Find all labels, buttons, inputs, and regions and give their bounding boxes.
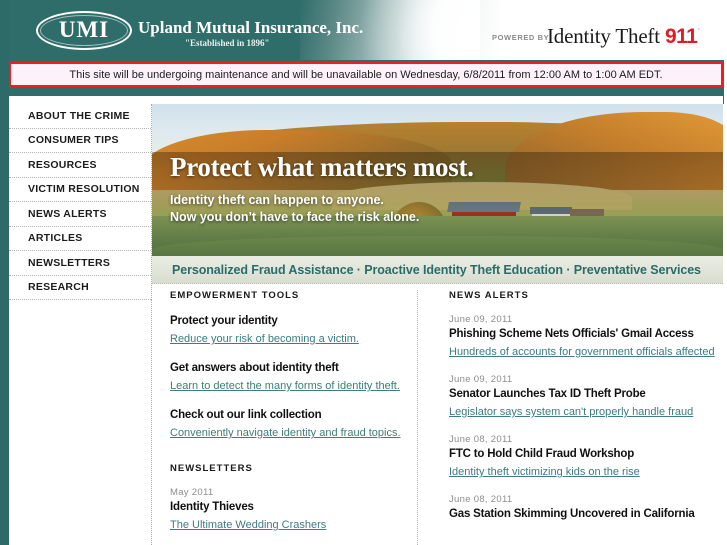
entry-heading: Check out our link collection: [170, 409, 322, 421]
entry-heading: Senator Launches Tax ID Theft Probe: [449, 388, 646, 400]
powered-by-label: POWERED BY: [492, 33, 550, 42]
identity-theft-911-logo[interactable]: Identity Theft 911˙: [547, 24, 700, 49]
page-root: UMI Upland Mutual Insurance, Inc. "Estab…: [0, 0, 727, 545]
entry-heading: Gas Station Skimming Uncovered in Califo…: [449, 508, 695, 520]
sidebar-background-tail: [9, 300, 152, 545]
entry-link[interactable]: Learn to detect the many forms of identi…: [170, 380, 400, 392]
content-top-spacer: [9, 96, 723, 104]
sidebar-item-label: ABOUT THE CRIME: [28, 109, 130, 122]
news-alert-entry: June 08, 2011 FTC to Hold Child Fraud Wo…: [449, 434, 723, 480]
sidebar-nav: ABOUT THE CRIME CONSUMER TIPS RESOURCES …: [9, 104, 152, 300]
entry-date: June 08, 2011: [449, 494, 513, 505]
hero-subtext-line-1: Identity theft can happen to anyone.: [170, 193, 384, 207]
entry-heading: Get answers about identity theft: [170, 362, 339, 374]
entry-date: May 2011: [170, 487, 214, 498]
empowerment-tools-title: EMPOWERMENT TOOLS: [170, 290, 300, 301]
sidebar-item-news-alerts[interactable]: NEWS ALERTS: [9, 202, 151, 227]
hero-headline: Protect what matters most.: [170, 152, 474, 182]
sidebar-item-about-the-crime[interactable]: ABOUT THE CRIME: [9, 104, 151, 129]
entry-link[interactable]: Conveniently navigate identity and fraud…: [170, 427, 401, 439]
entry-link[interactable]: Identity theft victimizing kids on the r…: [449, 466, 640, 478]
sidebar-item-articles[interactable]: ARTICLES: [9, 227, 151, 251]
entry-heading: FTC to Hold Child Fraud Workshop: [449, 448, 635, 460]
hero-subtext-line-2: Now you don’t have to face the risk alon…: [170, 210, 420, 224]
hero-subtext: Identity theft can happen to anyone. Now…: [170, 192, 419, 226]
news-alerts-title: NEWS ALERTS: [449, 290, 529, 301]
hero-banner: Protect what matters most. Identity thef…: [152, 104, 723, 256]
sidebar-item-label: RESOURCES: [28, 158, 97, 171]
sidebar-item-newsletters[interactable]: NEWSLETTERS: [9, 251, 151, 276]
sidebar-item-label: RESEARCH: [28, 281, 89, 294]
company-name: Upland Mutual Insurance, Inc.: [138, 18, 364, 37]
entry-link[interactable]: Hundreds of accounts for government offi…: [449, 346, 715, 358]
entry-date: June 09, 2011: [449, 314, 513, 325]
sidebar-item-victim-resolution[interactable]: VICTIM RESOLUTION: [9, 178, 151, 202]
left-content-column: EMPOWERMENT TOOLS Protect your identity …: [152, 290, 418, 545]
empowerment-entry: Check out our link collection Convenient…: [170, 408, 417, 441]
entry-date: June 08, 2011: [449, 434, 513, 445]
entry-date: June 09, 2011: [449, 374, 513, 385]
news-alert-entry: June 09, 2011 Senator Launches Tax ID Th…: [449, 374, 723, 420]
sidebar-item-label: CONSUMER TIPS: [28, 134, 119, 147]
brand-trademark-mark: ˙: [697, 27, 701, 37]
sidebar-item-label: VICTIM RESOLUTION: [28, 183, 140, 196]
sidebar-item-consumer-tips[interactable]: CONSUMER TIPS: [9, 129, 151, 153]
right-content-column: NEWS ALERTS June 09, 2011 Phishing Schem…: [449, 290, 723, 535]
company-established-tagline: "Established in 1896": [185, 38, 270, 48]
maintenance-banner: This site will be undergoing maintenance…: [9, 62, 723, 87]
entry-link[interactable]: Reduce your risk of becoming a victim.: [170, 333, 359, 345]
sidebar-item-research[interactable]: RESEARCH: [9, 276, 151, 300]
services-tagline-bar: Personalized Fraud Assistance · Proactiv…: [152, 256, 723, 284]
hero-foreground-grass: [152, 236, 723, 256]
news-alert-entry: June 09, 2011 Phishing Scheme Nets Offic…: [449, 314, 723, 360]
sidebar-item-label: NEWSLETTERS: [28, 256, 111, 269]
newsletter-entry: May 2011 Identity Thieves The Ultimate W…: [170, 487, 417, 533]
sidebar-item-label: NEWS ALERTS: [28, 207, 107, 220]
entry-link[interactable]: The Ultimate Wedding Crashers: [170, 519, 326, 531]
sidebar-item-resources[interactable]: RESOURCES: [9, 153, 151, 178]
sidebar-item-label: ARTICLES: [28, 232, 83, 245]
umi-logo[interactable]: UMI: [36, 11, 132, 50]
brand-name-text: Identity Theft: [547, 24, 660, 48]
newsletters-title: NEWSLETTERS: [170, 463, 253, 474]
empowerment-entry: Protect your identity Reduce your risk o…: [170, 314, 417, 347]
entry-heading: Protect your identity: [170, 315, 278, 327]
left-teal-rail: [0, 0, 9, 545]
services-tagline-text: Personalized Fraud Assistance · Proactiv…: [172, 262, 701, 277]
brand-number-text: 911: [664, 25, 698, 48]
entry-link[interactable]: Legislator says system can't properly ha…: [449, 406, 693, 418]
entry-heading: Identity Thieves: [170, 501, 254, 513]
maintenance-message: This site will be undergoing maintenance…: [69, 68, 663, 81]
logo-initials: UMI: [58, 17, 110, 42]
entry-heading: Phishing Scheme Nets Officials' Gmail Ac…: [449, 328, 694, 340]
news-alert-entry: June 08, 2011 Gas Station Skimming Uncov…: [449, 494, 723, 521]
empowerment-entry: Get answers about identity theft Learn t…: [170, 361, 417, 394]
site-header: UMI Upland Mutual Insurance, Inc. "Estab…: [0, 0, 727, 60]
